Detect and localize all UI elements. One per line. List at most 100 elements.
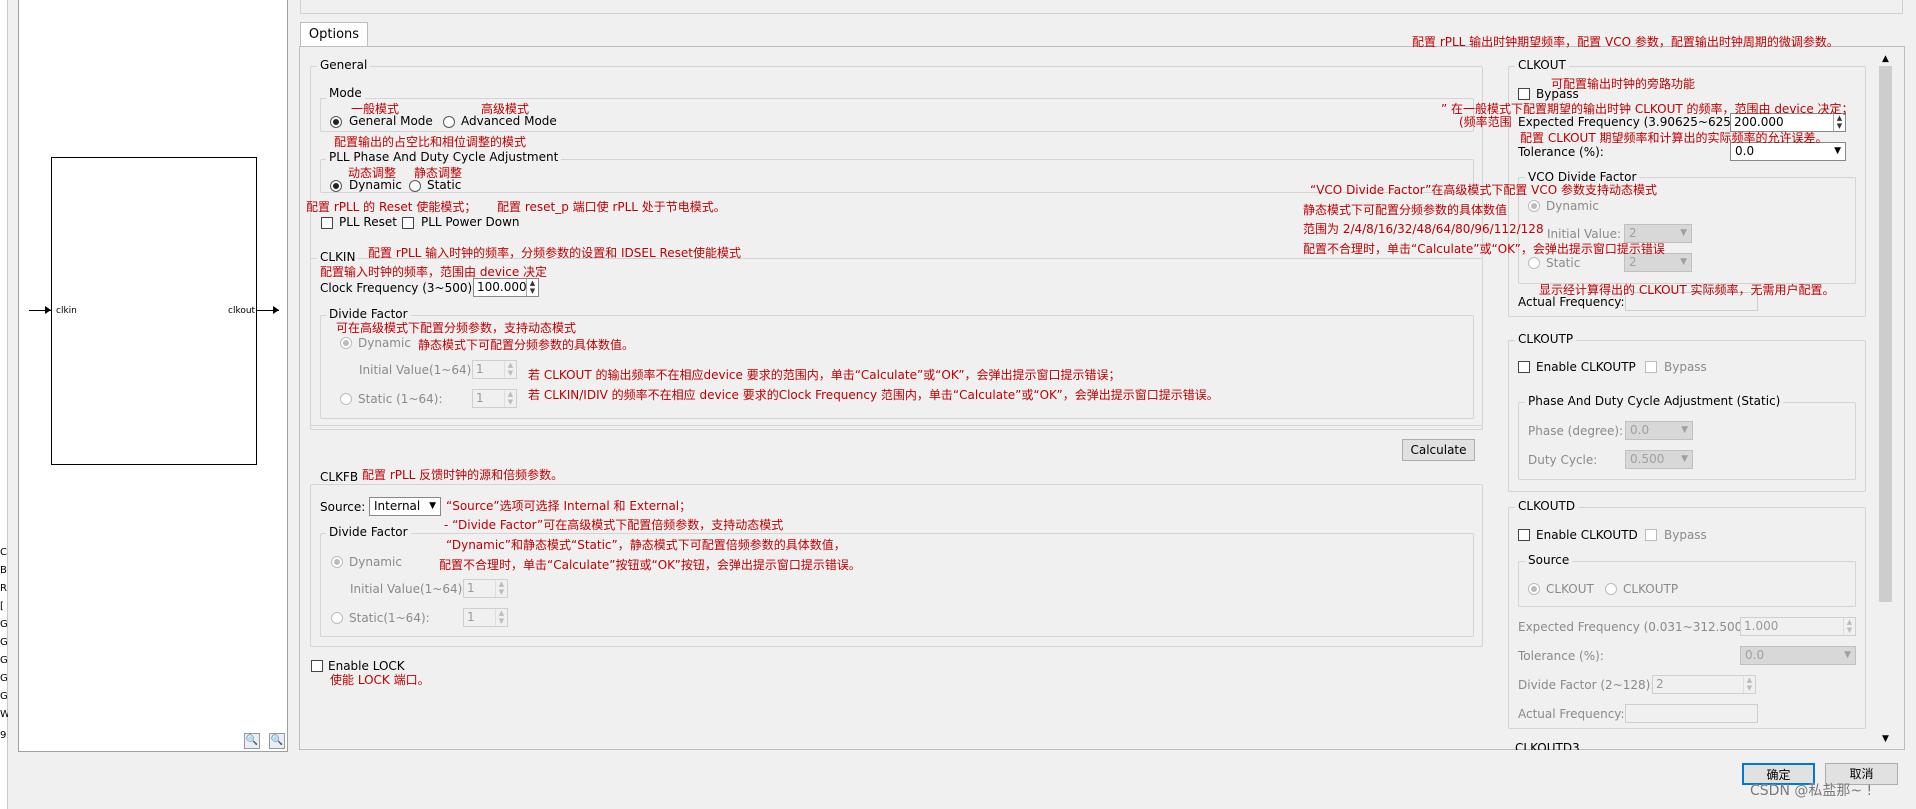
- clkoutp-duty-label: Duty Cycle:: [1528, 453, 1598, 467]
- phase-dynamic-radio[interactable]: [330, 180, 342, 192]
- clkfb-divide-title: Divide Factor: [326, 525, 411, 539]
- vco-initial-value-select[interactable]: 2 ▼: [1624, 224, 1692, 243]
- annotation-clkin-config: 配置 rPLL 输入时钟的频率，分频参数的设置和 IDSEL Reset使能模式: [368, 246, 741, 260]
- annotation-vco-divide: “VCO Divide Factor”在高级模式下配置 VCO 参数支持动态模式: [1310, 183, 1658, 197]
- scrollbar-thumb[interactable]: [1879, 66, 1892, 602]
- mode-group-title: Mode: [326, 86, 365, 100]
- vco-dynamic-radio[interactable]: [1528, 200, 1540, 212]
- annotation-vco-error: 配置不合理时，单击“Calculate”或“OK”，会弹出提示窗口提示错误: [1303, 242, 1665, 256]
- pll-power-down-checkbox[interactable]: [402, 217, 414, 229]
- phase-static-radio[interactable]: [409, 180, 421, 192]
- clkfb-divide-dynamic-label[interactable]: Dynamic: [349, 555, 402, 570]
- clkoutp-phase-label: Phase (degree):: [1528, 424, 1624, 438]
- clkoutd-bypass-checkbox[interactable]: [1645, 529, 1657, 541]
- clkfb-initial-value-input[interactable]: 1 ▲ ▼: [463, 579, 508, 598]
- annotation-static-adjust: 静态调整: [414, 166, 463, 180]
- vco-initial-value-label: Initial Value:: [1547, 227, 1622, 241]
- scroll-up-icon[interactable]: ▲: [1877, 52, 1894, 66]
- annotation-clkin-range-error: 若 CLKIN/IDIV 的频率不在相应 device 要求的Clock Fre…: [528, 388, 1219, 402]
- clkin-divide-dynamic-label[interactable]: Dynamic: [358, 336, 411, 351]
- clock-frequency-input[interactable]: 100.000 ▲ ▼: [473, 278, 539, 297]
- clkoutd-bypass-label[interactable]: Bypass: [1664, 528, 1707, 543]
- vco-dynamic-label[interactable]: Dynamic: [1546, 199, 1599, 214]
- enable-lock-checkbox[interactable]: [311, 660, 323, 672]
- clkin-static-label[interactable]: Static (1~64):: [358, 392, 443, 407]
- annotation-enable-lock: 使能 LOCK 端口。: [330, 673, 430, 687]
- clkout-port-label: clkout: [228, 306, 256, 316]
- clkoutp-phase-select[interactable]: 0.0 ▼: [1625, 421, 1693, 440]
- clkoutd-expected-label: Expected Frequency (0.031~312.500):: [1518, 620, 1752, 634]
- annotation-freq-range: (频率范围: [1459, 115, 1512, 129]
- pll-power-down-label[interactable]: PLL Power Down: [421, 215, 520, 230]
- general-mode-radio[interactable]: [330, 116, 342, 128]
- clkfb-group-title: CLKFB: [317, 470, 362, 484]
- enable-lock-label[interactable]: Enable LOCK: [328, 659, 405, 674]
- clkoutd-tolerance-label: Tolerance (%):: [1518, 649, 1604, 663]
- clkoutp-duty-select[interactable]: 0.500 ▼: [1625, 450, 1693, 469]
- annotation-clkin-freq: 配置输入时钟的频率，范围由 device 决定: [320, 265, 548, 279]
- vco-divide-title: VCO Divide Factor: [1525, 170, 1640, 184]
- clkin-static-input[interactable]: 1 ▲ ▼: [472, 389, 517, 408]
- calculate-button[interactable]: Calculate: [1402, 439, 1475, 461]
- clkoutd-src-clkout-label[interactable]: CLKOUT: [1546, 582, 1594, 597]
- zoom-out-icon[interactable]: 🔍: [269, 733, 285, 749]
- clkoutd3-group-title: CLKOUTD3: [1515, 741, 1580, 750]
- enable-clkoutp-checkbox[interactable]: [1518, 361, 1530, 373]
- pll-reset-checkbox[interactable]: [321, 217, 333, 229]
- clkoutd-expected-input[interactable]: 1.000 ▲ ▼: [1740, 617, 1856, 636]
- clkfb-static-input[interactable]: 1 ▲ ▼: [463, 608, 508, 627]
- advanced-mode-radio[interactable]: [443, 116, 455, 128]
- clkfb-divide-static-radio[interactable]: [331, 612, 343, 624]
- clkfb-source-label: Source:: [320, 500, 366, 514]
- clkfb-static-label[interactable]: Static(1~64):: [349, 611, 430, 626]
- clkin-divide-dynamic-radio[interactable]: [340, 337, 352, 349]
- enable-clkoutd-label[interactable]: Enable CLKOUTD: [1536, 528, 1638, 543]
- clkoutd-group-title: CLKOUTD: [1515, 499, 1579, 513]
- clkoutd-tolerance-select[interactable]: 0.0 ▼: [1740, 646, 1856, 665]
- clkoutp-bypass-checkbox[interactable]: [1645, 361, 1657, 373]
- annotation-tolerance: 配置 CLKOUT 期望频率和计算出的实际频率的允许误差。: [1520, 131, 1828, 145]
- annotation-clkin-static: 静态模式下可配置分频参数的具体数值。: [418, 338, 635, 352]
- annotation-clkin-divide: 可在高级模式下配置分频参数，支持动态模式: [336, 321, 577, 335]
- clkin-divide-static-radio[interactable]: [340, 393, 352, 405]
- annotation-dynamic-adjust: 动态调整: [348, 166, 397, 180]
- clkoutd-source-title: Source: [1525, 553, 1573, 567]
- clkoutp-group-title: CLKOUTP: [1515, 332, 1577, 346]
- pll-reset-label[interactable]: PLL Reset: [339, 215, 397, 230]
- clkoutd-src-clkoutp-label[interactable]: CLKOUTP: [1623, 582, 1678, 597]
- annotation-advanced-mode: 高级模式: [481, 102, 530, 116]
- clkoutd-actual-label: Actual Frequency:: [1518, 707, 1625, 721]
- clkin-port-label: clkin: [56, 306, 77, 316]
- clkoutd-divide-label: Divide Factor (2~128):: [1518, 678, 1655, 692]
- clkout-bypass-checkbox[interactable]: [1518, 88, 1530, 100]
- vco-static-radio[interactable]: [1528, 257, 1540, 269]
- scroll-down-icon[interactable]: ▼: [1877, 732, 1894, 746]
- clkoutd-divide-input[interactable]: 2 ▲ ▼: [1652, 675, 1756, 694]
- annotation-phase-mode: 配置输出的占空比和相位调整的模式: [334, 135, 527, 149]
- annotation-power-down: 配置 reset_p 端口使 rPLL 处于节电模式。: [497, 200, 726, 214]
- clkin-initial-value-input[interactable]: 1 ▲ ▼: [472, 360, 517, 379]
- clkfb-initial-value-label: Initial Value(1~64):: [350, 582, 467, 596]
- clkfb-source-select[interactable]: Internal ▼: [369, 497, 441, 516]
- enable-clkoutp-label[interactable]: Enable CLKOUTP: [1536, 360, 1636, 375]
- clkoutp-bypass-label[interactable]: Bypass: [1664, 360, 1707, 375]
- annotation-reset: 配置 rPLL 的 Reset 使能模式；: [306, 200, 477, 214]
- clkout-group-title: CLKOUT: [1515, 58, 1569, 72]
- annotation-actual-freq: 显示经计算得出的 CLKOUT 实际频率，无需用户配置。: [1539, 283, 1835, 297]
- clkin-group-title: CLKIN: [317, 250, 359, 264]
- top-panel-edge: [300, 0, 1903, 14]
- zoom-in-icon[interactable]: 🔍: [244, 733, 260, 749]
- annotation-clkfb-error: 配置不合理时，单击“Calculate”按钮或“OK”按钮，会弹出提示窗口提示错…: [439, 558, 861, 572]
- tab-options[interactable]: Options: [300, 22, 368, 47]
- annotation-clkout-config: 配置 rPLL 输出时钟期望频率，配置 VCO 参数，配置输出时钟周期的微调参数…: [1412, 35, 1839, 49]
- enable-clkoutd-checkbox[interactable]: [1518, 529, 1530, 541]
- annotation-general-mode: 一般模式: [351, 102, 400, 116]
- clkoutd-src-clkoutp-radio[interactable]: [1605, 583, 1617, 595]
- csdn-watermark: CSDN @私盐那~ !: [1750, 783, 1873, 799]
- vco-static-label[interactable]: Static: [1546, 256, 1580, 271]
- clkin-initial-value-label: Initial Value(1~64):: [359, 363, 476, 377]
- annotation-clkfb-config: 配置 rPLL 反馈时钟的源和倍频参数。: [362, 468, 564, 482]
- annotation-clkfb-divide: - “Divide Factor”可在高级模式下配置倍频参数，支持动态模式: [444, 518, 784, 532]
- clkfb-divide-dynamic-radio[interactable]: [331, 556, 343, 568]
- clkoutd-src-clkout-radio[interactable]: [1528, 583, 1540, 595]
